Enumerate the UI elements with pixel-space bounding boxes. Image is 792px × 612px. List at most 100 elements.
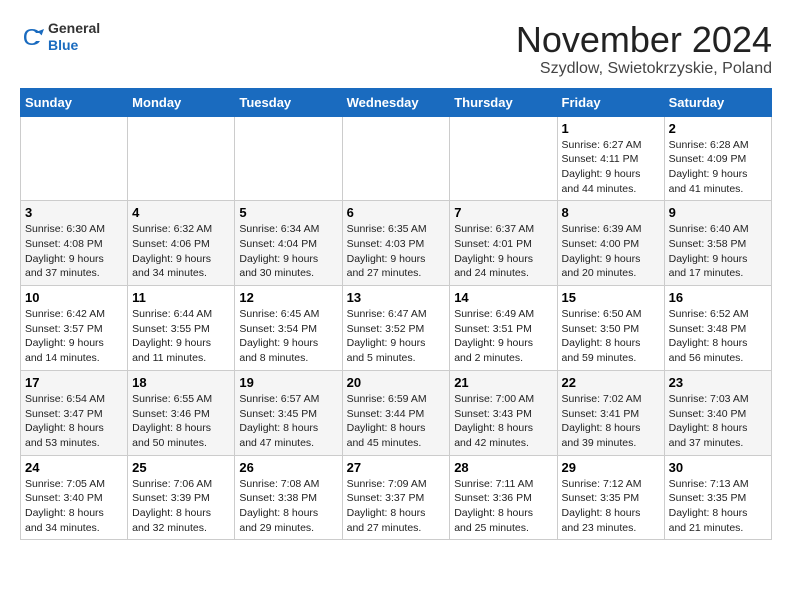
day-info: Sunrise: 7:12 AM Sunset: 3:35 PM Dayligh… xyxy=(562,477,660,536)
table-row: 11 Sunrise: 6:44 AM Sunset: 3:55 PM Dayli… xyxy=(128,286,235,371)
table-row: 8 Sunrise: 6:39 AM Sunset: 4:00 PM Daylig… xyxy=(557,201,664,286)
day-info: Sunrise: 6:59 AM Sunset: 3:44 PM Dayligh… xyxy=(347,392,446,451)
table-row xyxy=(342,116,450,201)
table-row: 15Sunrise: 6:50 AM Sunset: 3:50 PM Dayli… xyxy=(557,286,664,371)
day-info: Sunrise: 7:02 AM Sunset: 3:41 PM Dayligh… xyxy=(562,392,660,451)
table-row xyxy=(128,116,235,201)
day-number: 26 xyxy=(239,460,337,475)
title-section: November 2024 Szydlow, Swietokrzyskie, P… xyxy=(516,20,772,78)
table-row: 30 Sunrise: 7:13 AM Sunset: 3:35 PM Dayli… xyxy=(664,455,771,540)
day-number: 2 xyxy=(669,121,767,136)
table-row: 25 Sunrise: 7:06 AM Sunset: 3:39 PM Dayli… xyxy=(128,455,235,540)
day-number: 20 xyxy=(347,375,446,390)
table-row: 23Sunrise: 7:03 AM Sunset: 3:40 PM Dayli… xyxy=(664,370,771,455)
table-row: 18 Sunrise: 6:55 AM Sunset: 3:46 PM Dayli… xyxy=(128,370,235,455)
day-info: Sunrise: 6:34 AM Sunset: 4:04 PM Dayligh… xyxy=(239,222,337,281)
table-row: 24 Sunrise: 7:05 AM Sunset: 3:40 PM Dayli… xyxy=(21,455,128,540)
day-info: Sunrise: 6:45 AM Sunset: 3:54 PM Dayligh… xyxy=(239,307,337,366)
day-number: 18 xyxy=(132,375,230,390)
table-row: 29 Sunrise: 7:12 AM Sunset: 3:35 PM Dayli… xyxy=(557,455,664,540)
day-info: Sunrise: 6:35 AM Sunset: 4:03 PM Dayligh… xyxy=(347,222,446,281)
day-number: 28 xyxy=(454,460,552,475)
logo-text: General Blue xyxy=(48,20,100,54)
col-saturday: Saturday xyxy=(664,88,771,116)
table-row: 3 Sunrise: 6:30 AM Sunset: 4:08 PM Daylig… xyxy=(21,201,128,286)
day-info: Sunrise: 6:54 AM Sunset: 3:47 PM Dayligh… xyxy=(25,392,123,451)
day-number: 13 xyxy=(347,290,446,305)
day-info: Sunrise: 7:13 AM Sunset: 3:35 PM Dayligh… xyxy=(669,477,767,536)
day-number: 23 xyxy=(669,375,767,390)
calendar-table: Sunday Monday Tuesday Wednesday Thursday… xyxy=(20,88,772,541)
table-row: 5 Sunrise: 6:34 AM Sunset: 4:04 PM Daylig… xyxy=(235,201,342,286)
day-info: Sunrise: 6:40 AM Sunset: 3:58 PM Dayligh… xyxy=(669,222,767,281)
table-row: 28Sunrise: 7:11 AM Sunset: 3:36 PM Dayli… xyxy=(450,455,557,540)
table-row: 7Sunrise: 6:37 AM Sunset: 4:01 PM Daylig… xyxy=(450,201,557,286)
day-info: Sunrise: 6:42 AM Sunset: 3:57 PM Dayligh… xyxy=(25,307,123,366)
day-number: 3 xyxy=(25,205,123,220)
day-info: Sunrise: 6:55 AM Sunset: 3:46 PM Dayligh… xyxy=(132,392,230,451)
logo-icon xyxy=(20,25,44,49)
day-number: 4 xyxy=(132,205,230,220)
day-number: 21 xyxy=(454,375,552,390)
day-number: 19 xyxy=(239,375,337,390)
day-info: Sunrise: 7:05 AM Sunset: 3:40 PM Dayligh… xyxy=(25,477,123,536)
col-sunday: Sunday xyxy=(21,88,128,116)
day-number: 27 xyxy=(347,460,446,475)
table-row xyxy=(235,116,342,201)
day-number: 8 xyxy=(562,205,660,220)
table-row: 22 Sunrise: 7:02 AM Sunset: 3:41 PM Dayli… xyxy=(557,370,664,455)
table-row: 10Sunrise: 6:42 AM Sunset: 3:57 PM Dayli… xyxy=(21,286,128,371)
day-info: Sunrise: 6:57 AM Sunset: 3:45 PM Dayligh… xyxy=(239,392,337,451)
logo-blue: Blue xyxy=(48,37,78,53)
day-number: 22 xyxy=(562,375,660,390)
day-info: Sunrise: 6:30 AM Sunset: 4:08 PM Dayligh… xyxy=(25,222,123,281)
table-row: 19 Sunrise: 6:57 AM Sunset: 3:45 PM Dayli… xyxy=(235,370,342,455)
col-monday: Monday xyxy=(128,88,235,116)
table-row: 12 Sunrise: 6:45 AM Sunset: 3:54 PM Dayli… xyxy=(235,286,342,371)
day-number: 14 xyxy=(454,290,552,305)
day-info: Sunrise: 6:39 AM Sunset: 4:00 PM Dayligh… xyxy=(562,222,660,281)
day-number: 30 xyxy=(669,460,767,475)
calendar-week-row: 24 Sunrise: 7:05 AM Sunset: 3:40 PM Dayli… xyxy=(21,455,772,540)
day-info: Sunrise: 6:49 AM Sunset: 3:51 PM Dayligh… xyxy=(454,307,552,366)
calendar-week-row: 1 Sunrise: 6:27 AM Sunset: 4:11 PM Daylig… xyxy=(21,116,772,201)
day-number: 6 xyxy=(347,205,446,220)
day-info: Sunrise: 7:06 AM Sunset: 3:39 PM Dayligh… xyxy=(132,477,230,536)
table-row: 26 Sunrise: 7:08 AM Sunset: 3:38 PM Dayli… xyxy=(235,455,342,540)
calendar-header-row: Sunday Monday Tuesday Wednesday Thursday… xyxy=(21,88,772,116)
table-row: 2 Sunrise: 6:28 AM Sunset: 4:09 PM Daylig… xyxy=(664,116,771,201)
day-number: 11 xyxy=(132,290,230,305)
day-info: Sunrise: 7:08 AM Sunset: 3:38 PM Dayligh… xyxy=(239,477,337,536)
table-row: 4Sunrise: 6:32 AM Sunset: 4:06 PM Daylig… xyxy=(128,201,235,286)
day-info: Sunrise: 6:27 AM Sunset: 4:11 PM Dayligh… xyxy=(562,138,660,197)
table-row: 20 Sunrise: 6:59 AM Sunset: 3:44 PM Dayli… xyxy=(342,370,450,455)
col-friday: Friday xyxy=(557,88,664,116)
day-number: 5 xyxy=(239,205,337,220)
day-number: 17 xyxy=(25,375,123,390)
table-row: 21Sunrise: 7:00 AM Sunset: 3:43 PM Dayli… xyxy=(450,370,557,455)
day-info: Sunrise: 6:44 AM Sunset: 3:55 PM Dayligh… xyxy=(132,307,230,366)
day-number: 15 xyxy=(562,290,660,305)
day-number: 29 xyxy=(562,460,660,475)
table-row: 9 Sunrise: 6:40 AM Sunset: 3:58 PM Daylig… xyxy=(664,201,771,286)
location-title: Szydlow, Swietokrzyskie, Poland xyxy=(516,60,772,78)
logo: General Blue xyxy=(20,20,100,54)
day-number: 1 xyxy=(562,121,660,136)
table-row: 1 Sunrise: 6:27 AM Sunset: 4:11 PM Daylig… xyxy=(557,116,664,201)
day-number: 25 xyxy=(132,460,230,475)
table-row xyxy=(21,116,128,201)
calendar-week-row: 3 Sunrise: 6:30 AM Sunset: 4:08 PM Daylig… xyxy=(21,201,772,286)
page-header: General Blue November 2024 Szydlow, Swie… xyxy=(20,20,772,78)
table-row: 16Sunrise: 6:52 AM Sunset: 3:48 PM Dayli… xyxy=(664,286,771,371)
calendar-week-row: 17 Sunrise: 6:54 AM Sunset: 3:47 PM Dayli… xyxy=(21,370,772,455)
day-info: Sunrise: 6:52 AM Sunset: 3:48 PM Dayligh… xyxy=(669,307,767,366)
day-number: 24 xyxy=(25,460,123,475)
table-row: 17 Sunrise: 6:54 AM Sunset: 3:47 PM Dayli… xyxy=(21,370,128,455)
day-number: 12 xyxy=(239,290,337,305)
day-number: 9 xyxy=(669,205,767,220)
day-info: Sunrise: 6:28 AM Sunset: 4:09 PM Dayligh… xyxy=(669,138,767,197)
col-tuesday: Tuesday xyxy=(235,88,342,116)
col-thursday: Thursday xyxy=(450,88,557,116)
table-row: 14 Sunrise: 6:49 AM Sunset: 3:51 PM Dayli… xyxy=(450,286,557,371)
table-row: 27Sunrise: 7:09 AM Sunset: 3:37 PM Dayli… xyxy=(342,455,450,540)
